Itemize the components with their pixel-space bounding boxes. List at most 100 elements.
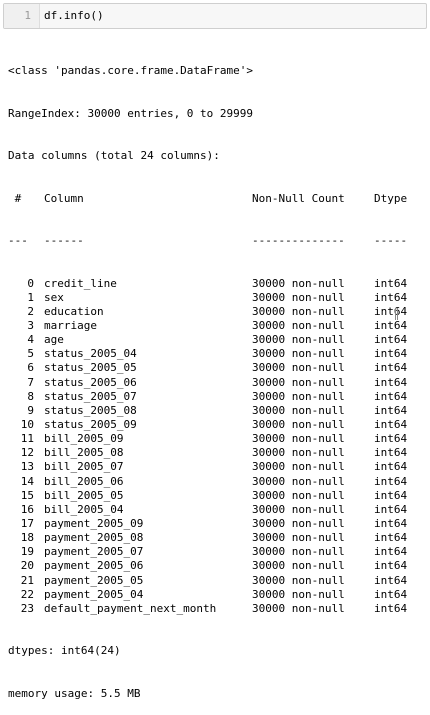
table-row: 22 payment_2005_04 30000 non-null int64 — [8, 588, 407, 602]
row-dtype: int64 — [374, 531, 408, 545]
table-row: 8 status_2005_07 30000 non-null int64 — [8, 390, 407, 404]
row-non-null-count: 30000 non-null — [252, 474, 345, 488]
row-dtype: int64 — [374, 432, 408, 446]
row-index: 1 — [27, 290, 34, 304]
table-row: 2 education 30000 non-null int64 — [8, 305, 407, 319]
row-column-name: bill_2005_09 — [44, 432, 124, 446]
row-dtype: int64 — [374, 319, 408, 332]
row-dtype: int64 — [374, 502, 408, 516]
row-dtype: int64 — [374, 545, 408, 559]
row-non-null-count: 30000 non-null — [252, 333, 345, 347]
row-column-name: status_2005_06 — [44, 375, 137, 389]
table-row: 11 bill_2005_09 30000 non-null int64 — [8, 432, 407, 446]
row-dtype: int64 — [374, 488, 408, 502]
row-column-name: marriage — [44, 319, 97, 332]
code-input-cell[interactable]: 1 df.info() — [3, 3, 427, 29]
row-index: 19 — [20, 545, 34, 559]
row-dtype: int64 — [374, 601, 408, 615]
separator-column: ------ — [44, 234, 84, 248]
table-row: 1 sex 30000 non-null int64 — [8, 291, 407, 305]
row-index: 0 — [27, 276, 34, 290]
row-dtype: int64 — [374, 375, 408, 389]
table-row: 13 bill_2005_07 30000 non-null int64 — [8, 460, 407, 474]
row-non-null-count: 30000 non-null — [252, 319, 345, 332]
table-row: 6 status_2005_05 30000 non-null int64 — [8, 361, 407, 375]
row-non-null-count: 30000 non-null — [252, 304, 345, 318]
row-non-null-count: 30000 non-null — [252, 389, 345, 403]
line-number-gutter: 1 — [4, 4, 40, 28]
row-column-name: bill_2005_04 — [44, 502, 124, 516]
row-column-name: payment_2005_05 — [44, 573, 144, 587]
row-non-null-count: 30000 non-null — [252, 573, 345, 587]
row-index: 10 — [20, 417, 34, 431]
table-row: 21 payment_2005_05 30000 non-null int64 — [8, 574, 407, 588]
row-index: 23 — [20, 601, 34, 615]
separator-count: -------------- — [252, 234, 345, 248]
text-cursor-icon — [395, 308, 398, 320]
row-non-null-count: 30000 non-null — [252, 545, 345, 559]
row-index: 12 — [20, 446, 34, 460]
row-dtype: int64 — [374, 361, 408, 375]
row-dtype: int64 — [374, 347, 408, 361]
row-index: 14 — [20, 474, 34, 488]
range-index-line: RangeIndex: 30000 entries, 0 to 29999 — [8, 106, 254, 120]
table-row: 19 payment_2005_07 30000 non-null int64 — [8, 545, 407, 559]
row-dtype: int64 — [374, 587, 408, 601]
row-column-name: bill_2005_06 — [44, 474, 124, 488]
dtypes-line: dtypes: int64(24) — [8, 644, 121, 658]
header-idx: # — [8, 191, 22, 205]
row-non-null-count: 30000 non-null — [252, 460, 345, 474]
row-index: 13 — [20, 460, 34, 474]
row-non-null-count: 30000 non-null — [252, 559, 345, 573]
row-non-null-count: 30000 non-null — [252, 403, 345, 417]
row-index: 8 — [27, 389, 34, 403]
row-non-null-count: 30000 non-null — [252, 290, 345, 304]
row-dtype: int64 — [374, 403, 408, 417]
class-line: <class 'pandas.core.frame.DataFrame'> — [8, 64, 254, 78]
row-index: 4 — [27, 333, 34, 347]
row-index: 21 — [20, 573, 34, 587]
row-column-name: age — [44, 333, 64, 347]
row-non-null-count: 30000 non-null — [252, 502, 345, 516]
row-column-name: status_2005_08 — [44, 403, 137, 417]
separator-idx: --- — [8, 234, 28, 248]
table-row: 14 bill_2005_06 30000 non-null int64 — [8, 475, 407, 489]
row-non-null-count: 30000 non-null — [252, 276, 345, 290]
row-non-null-count: 30000 non-null — [252, 516, 345, 530]
table-row: 4 age 30000 non-null int64 — [8, 333, 407, 347]
row-index: 9 — [27, 403, 34, 417]
row-dtype: int64 — [374, 516, 408, 530]
header-column: Column — [44, 191, 84, 205]
row-column-name: credit_line — [44, 276, 117, 290]
row-column-name: status_2005_07 — [44, 389, 137, 403]
table-row: 16 bill_2005_04 30000 non-null int64 — [8, 503, 407, 517]
table-separator: --- ------ -------------- ----- — [8, 234, 407, 248]
row-dtype: int64 — [374, 276, 408, 290]
row-dtype: int64 — [374, 559, 408, 573]
header-count: Non-Null Count — [252, 191, 345, 205]
header-dtype: Dtype — [374, 191, 408, 205]
row-column-name: payment_2005_09 — [44, 516, 144, 530]
row-non-null-count: 30000 non-null — [252, 446, 345, 460]
row-index: 7 — [27, 375, 34, 389]
table-row: 23 default_payment_next_month 30000 non-nu… — [8, 602, 407, 616]
row-column-name: bill_2005_07 — [44, 460, 124, 474]
cell-output: <class 'pandas.core.frame.DataFrame'> Ra… — [8, 36, 407, 715]
table-row: 0 credit_line 30000 non-null int64 — [8, 277, 407, 291]
row-non-null-count: 30000 non-null — [252, 587, 345, 601]
table-row: 9 status_2005_08 30000 non-null int64 — [8, 404, 407, 418]
table-row: 7 status_2005_06 30000 non-null int64 — [8, 376, 407, 390]
row-non-null-count: 30000 non-null — [252, 531, 345, 545]
row-column-name: payment_2005_06 — [44, 559, 144, 573]
row-non-null-count: 30000 non-null — [252, 347, 345, 361]
row-non-null-count: 30000 non-null — [252, 361, 345, 375]
row-index: 18 — [20, 531, 34, 545]
memory-usage-line: memory usage: 5.5 MB — [8, 686, 141, 700]
row-dtype: int64 — [374, 573, 408, 587]
row-non-null-count: 30000 non-null — [252, 601, 345, 615]
row-dtype: int64 — [374, 290, 408, 304]
line-number: 1 — [24, 9, 31, 22]
code-text[interactable]: df.info() — [44, 8, 104, 24]
table-row: 15 bill_2005_05 30000 non-null int64 — [8, 489, 407, 503]
table-row: 20 payment_2005_06 30000 non-null int64 — [8, 559, 407, 573]
